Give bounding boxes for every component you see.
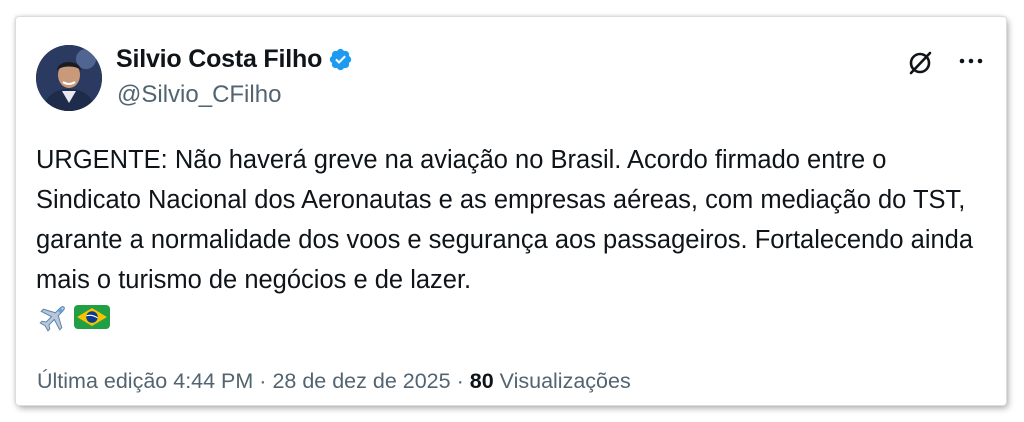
verified-badge-icon[interactable] (328, 47, 353, 72)
author-handle[interactable]: @Silvio_CFilho (117, 81, 281, 109)
views-label: Visualizações (499, 369, 631, 393)
tweet-date[interactable]: 28 de dez de 2025 (272, 369, 450, 393)
tweet-time[interactable]: 4:44 PM (173, 369, 253, 393)
author-name-row[interactable]: Silvio Costa Filho (116, 45, 353, 74)
avatar[interactable] (36, 45, 102, 111)
footer-separator-1: · (259, 369, 267, 393)
more-options-icon[interactable] (958, 49, 984, 78)
airplane-emoji-icon (38, 301, 70, 338)
tweet-footer: Última edição 4:44 PM · 28 de dez de 202… (37, 369, 631, 394)
author-name[interactable]: Silvio Costa Filho (116, 45, 322, 74)
footer-separator-2: · (456, 369, 464, 393)
tweet-emojis (38, 301, 110, 338)
tweet-text: URGENTE: Não haverá greve na aviação no … (36, 146, 974, 294)
tweet-card: Silvio Costa Filho @Silvio_CFilho URGENT… (16, 17, 1006, 405)
grok-icon[interactable] (906, 49, 934, 77)
avatar-portrait (36, 45, 102, 111)
brazil-flag-emoji-icon (74, 303, 110, 336)
edited-label[interactable]: Última edição (37, 369, 167, 393)
views-count: 80 (469, 369, 494, 393)
